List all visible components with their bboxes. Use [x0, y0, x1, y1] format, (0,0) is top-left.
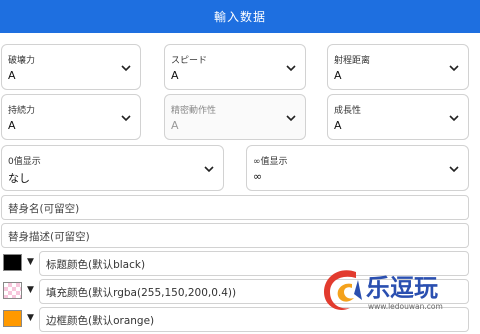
infinity-display-label: ∞值显示 [253, 157, 288, 167]
precision-label: 精密動作性 [171, 106, 217, 116]
range-select[interactable]: 射程距离 A [327, 44, 469, 90]
chevron-down-icon [448, 112, 460, 124]
stand-name-placeholder: 替身名(可留空) [8, 203, 80, 215]
chevron-down-icon [448, 62, 460, 74]
header-bar: 輸入数据 [0, 0, 480, 33]
chevron-down-icon [448, 163, 460, 175]
dropdown-arrow-icon[interactable]: ▼ [27, 285, 34, 295]
dropdown-arrow-icon[interactable]: ▼ [27, 257, 34, 267]
infinity-display-select[interactable]: ∞值显示 ∞ [246, 145, 469, 191]
chevron-down-icon [203, 163, 215, 175]
page-title: 輸入数据 [213, 10, 266, 24]
range-value: A [334, 69, 342, 82]
persistence-label: 持続力 [8, 106, 36, 116]
destructive-power-value: A [8, 69, 16, 82]
title-color-label: 标题颜色(默认black) [46, 259, 146, 271]
precision-select[interactable]: 精密動作性 A [164, 94, 306, 140]
chevron-down-icon [285, 112, 297, 124]
zero-display-label: 0值显示 [8, 157, 41, 167]
zero-display-value: なし [8, 172, 30, 185]
dropdown-arrow-icon[interactable]: ▼ [27, 313, 34, 323]
growth-value: A [334, 119, 342, 132]
stand-name-input[interactable]: 替身名(可留空) [1, 195, 469, 220]
growth-select[interactable]: 成長性 A [327, 94, 469, 140]
chevron-down-icon [120, 112, 132, 124]
chevron-down-icon [285, 62, 297, 74]
destructive-power-label: 破壊力 [8, 56, 36, 66]
fill-color-label: 填充颜色(默认rgba(255,150,200,0.4)) [46, 287, 237, 299]
stand-description-placeholder: 替身描述(可留空) [8, 231, 90, 243]
infinity-display-value: ∞ [253, 170, 263, 183]
title-color-swatch[interactable] [3, 254, 22, 271]
border-color-label: 边框颜色(默认orange) [46, 315, 155, 327]
watermark-url: www.ledouwan.com [368, 302, 443, 311]
range-label: 射程距离 [334, 56, 371, 66]
persistence-value: A [8, 119, 16, 132]
watermark-logo: 乐逗玩 www.ledouwan.com [318, 262, 478, 332]
precision-value: A [171, 119, 179, 132]
stand-description-input[interactable]: 替身描述(可留空) [1, 223, 469, 248]
destructive-power-select[interactable]: 破壊力 A [1, 44, 141, 90]
fill-color-swatch[interactable] [3, 282, 22, 299]
zero-display-select[interactable]: 0值显示 なし [1, 145, 224, 191]
watermark-brand: 乐逗玩 [366, 274, 438, 302]
chevron-down-icon [120, 62, 132, 74]
speed-select[interactable]: スピード A [164, 44, 306, 90]
speed-value: A [171, 69, 179, 82]
growth-label: 成長性 [334, 106, 362, 116]
border-color-swatch[interactable] [3, 310, 22, 327]
persistence-select[interactable]: 持続力 A [1, 94, 141, 140]
watermark-swirl-icon [324, 270, 362, 311]
speed-label: スピード [171, 56, 208, 66]
